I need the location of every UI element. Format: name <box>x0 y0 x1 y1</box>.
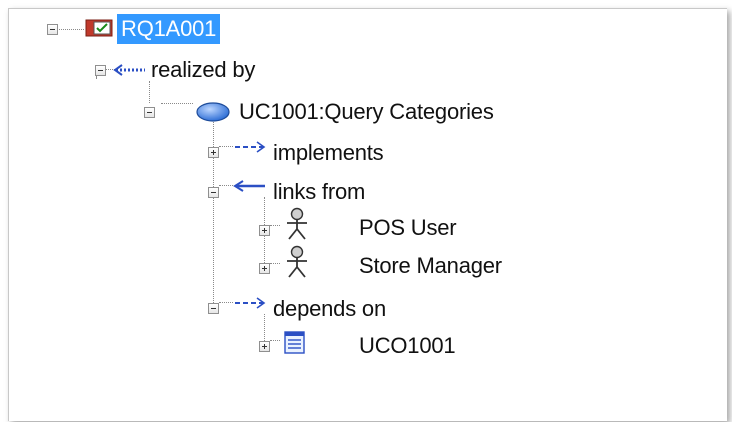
link-arrow-icon <box>233 180 265 192</box>
collapse-toggle[interactable] <box>208 187 219 198</box>
tree-line <box>219 302 233 303</box>
actor-icon <box>287 245 307 278</box>
document-icon <box>284 331 305 354</box>
dashed-arrow-icon <box>235 297 266 309</box>
relationship-tree[interactable]: RQ1A001 realized by UC1001:Query Categor… <box>9 9 727 421</box>
collapse-toggle[interactable] <box>144 107 155 118</box>
tree-node-implements[interactable]: implements <box>269 136 387 170</box>
tree-line <box>219 146 233 147</box>
tree-node-use-case[interactable]: UC1001:Query Categories <box>235 95 498 129</box>
tree-line <box>270 225 280 226</box>
node-label: links from <box>273 179 366 204</box>
node-label: implements <box>273 140 384 165</box>
node-label: RQ1A001 <box>117 14 221 44</box>
collapse-toggle[interactable] <box>95 65 106 76</box>
node-label: UC1001:Query Categories <box>239 99 494 124</box>
expand-toggle[interactable] <box>259 263 270 274</box>
expand-toggle[interactable] <box>259 225 270 236</box>
tree-node-uco1001[interactable]: UCO1001 <box>355 329 459 363</box>
tree-line <box>96 76 97 78</box>
tree-node-store-manager[interactable]: Store Manager <box>355 249 506 283</box>
tree-line <box>264 314 265 341</box>
collapse-toggle[interactable] <box>47 24 58 35</box>
node-label: UCO1001 <box>359 333 456 358</box>
tree-node-pos-user[interactable]: POS User <box>355 211 460 245</box>
tree-line <box>161 103 193 104</box>
actor-icon <box>287 207 307 240</box>
tree-node-links-from[interactable]: links from <box>269 175 369 209</box>
node-label: depends on <box>273 296 386 321</box>
tree-node-depends-on[interactable]: depends on <box>269 292 390 326</box>
node-label: realized by <box>151 57 256 82</box>
tree-line <box>219 185 233 186</box>
expand-toggle[interactable] <box>259 341 270 352</box>
expand-toggle[interactable] <box>208 147 219 158</box>
dashed-arrow-icon <box>235 141 266 153</box>
use-case-icon <box>196 102 230 122</box>
tree-node-realized-by[interactable]: realized by <box>147 53 259 87</box>
node-label: POS User <box>359 215 457 240</box>
tree-line <box>270 263 280 264</box>
tree-line <box>56 29 84 30</box>
realization-arrow-icon <box>113 64 145 76</box>
tree-node-root[interactable]: RQ1A001 <box>117 12 221 46</box>
tree-view-window: RQ1A001 realized by UC1001:Query Categor… <box>8 8 727 421</box>
requirement-icon <box>85 19 113 37</box>
tree-line <box>270 340 280 341</box>
collapse-toggle[interactable] <box>208 303 219 314</box>
node-label: Store Manager <box>359 253 502 278</box>
